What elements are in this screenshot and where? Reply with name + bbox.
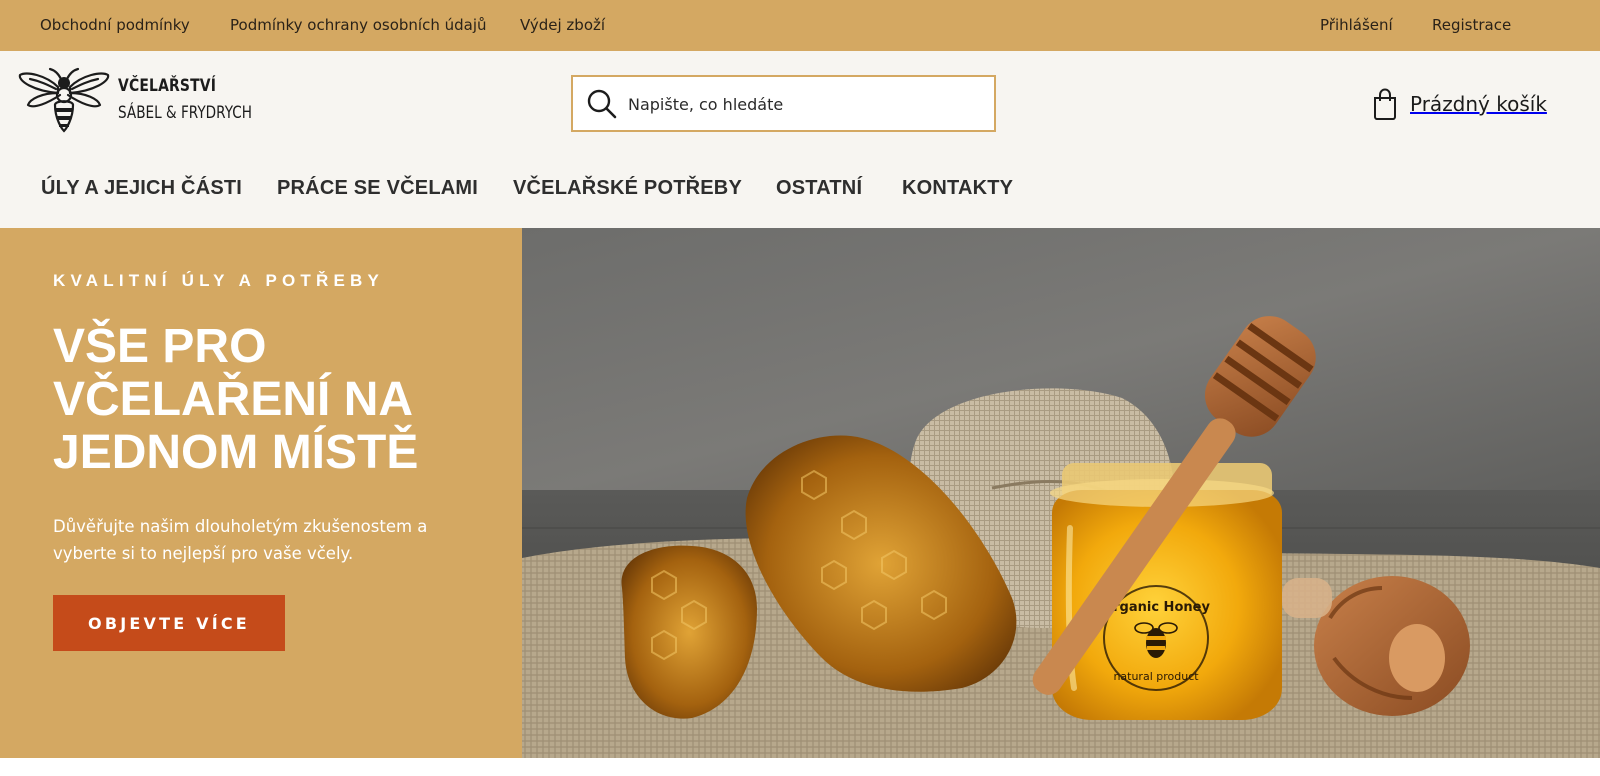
nav-item-working-with-bees[interactable]: PRÁCE SE VČELAMI (277, 177, 478, 200)
nav-item-contacts[interactable]: KONTAKTY (902, 177, 1013, 200)
brand-logo[interactable]: VČELAŘSTVÍ SÁBEL & FRYDRYCH (18, 67, 258, 135)
link-privacy[interactable]: Podmínky ochrany osobních údajů (230, 0, 487, 51)
jar-label-bottom: natural product (1113, 670, 1199, 683)
search-input[interactable] (628, 89, 978, 119)
register-link[interactable]: Registrace (1432, 0, 1511, 51)
hero-subtext: Důvěřujte našim dlouholetým zkušenostem … (53, 517, 428, 563)
discover-more-button[interactable]: OBJEVTE VÍCE (53, 595, 285, 651)
nav-item-hives[interactable]: ÚLY A JEJICH ČÁSTI (41, 177, 242, 200)
cart-label: Prázdný košík (1410, 92, 1547, 116)
hero-text-panel: KVALITNÍ ÚLY A POTŘEBY VŠE PRO VČELAŘENÍ… (0, 228, 522, 758)
brand-name-line2: SÁBEL & FRYDRYCH (118, 103, 252, 123)
login-link[interactable]: Přihlášení (1320, 0, 1393, 51)
search-icon[interactable] (586, 88, 618, 120)
honey-photo-illustration: Organic Honey natural product (522, 228, 1600, 758)
nav-item-beekeeping-supplies[interactable]: VČELAŘSKÉ POTŘEBY (513, 177, 742, 200)
brand-name-line1: VČELAŘSTVÍ (118, 76, 217, 96)
cart-button[interactable]: Prázdný košík (1372, 87, 1547, 121)
link-terms[interactable]: Obchodní podmínky (40, 0, 190, 51)
nav-item-other[interactable]: OSTATNÍ (776, 177, 862, 200)
link-pickup[interactable]: Výdej zboží (520, 0, 605, 51)
top-utility-bar: Obchodní podmínky Podmínky ochrany osobn… (0, 0, 1600, 51)
hero-headline: VŠE PRO VČELAŘENÍ NA JEDNOM MÍSTĚ (53, 320, 419, 479)
hero-kicker: KVALITNÍ ÚLY A POTŘEBY (53, 271, 385, 290)
bee-logo-icon (18, 67, 110, 133)
hero-image: Organic Honey natural product (522, 228, 1600, 758)
site-header: VČELAŘSTVÍ SÁBEL & FRYDRYCH Prázdný koší… (0, 51, 1600, 228)
search-box (571, 75, 996, 132)
shopping-bag-icon (1374, 88, 1396, 120)
